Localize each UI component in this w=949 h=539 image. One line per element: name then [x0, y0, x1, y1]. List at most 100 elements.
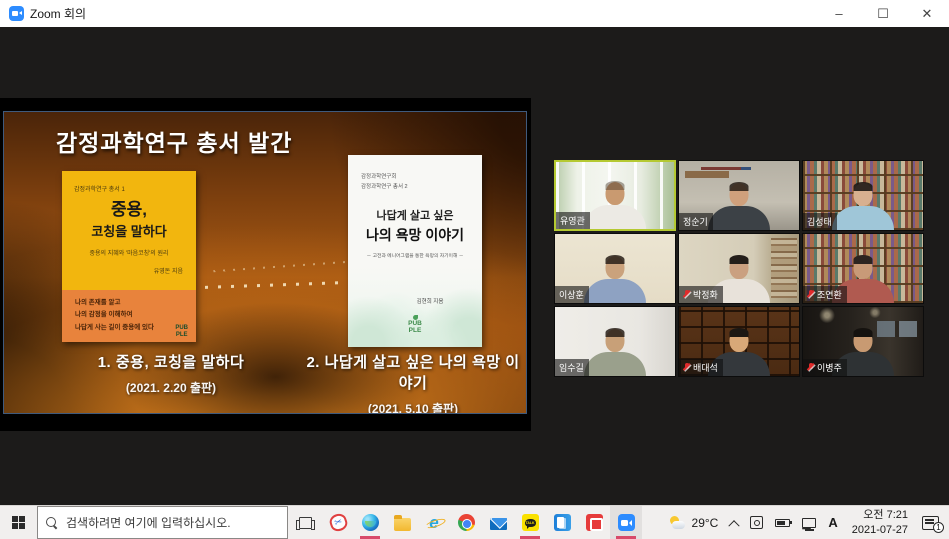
taskbar-app-capture-tool[interactable]: ✂: [322, 506, 354, 539]
network-tray-item[interactable]: [796, 506, 822, 539]
slide-title: 감정과학연구 총서 발간: [56, 124, 292, 158]
date-label: 2021-07-27: [852, 523, 908, 538]
task-view-button[interactable]: [288, 506, 322, 539]
show-hidden-icons-button[interactable]: [724, 506, 744, 539]
presentation-slide: 감정과학연구 총서 발간 감정과학연구 총서 1 중용, 코칭을 말하다 중용의…: [3, 111, 527, 414]
caption1-date: (2021. 2.20 출판): [40, 379, 302, 396]
weather-icon: [669, 516, 687, 530]
slide-caption-2: 2. 나답게 살고 싶은 나의 욕망 이야기 (2021. 5.10 출판): [300, 351, 526, 414]
window-title: Zoom 회의: [30, 5, 86, 22]
participant-name: 박정화: [693, 288, 718, 301]
book2-title-line2: 나의 욕망 이야기: [348, 225, 482, 245]
internet-explorer-icon: e: [426, 514, 443, 531]
book2-series-line2: 감정과학연구 총서 2: [361, 182, 408, 192]
book-cover-1: 감정과학연구 총서 1 중용, 코칭을 말하다 중용의 지혜와 '마음코칭'의 …: [62, 171, 196, 342]
taskbar-app-edge[interactable]: [354, 506, 386, 539]
taskbar: ✂ e TALK 29°C: [0, 505, 949, 539]
participant-name: 이상훈: [559, 288, 584, 301]
ebook-app-icon: [554, 514, 571, 531]
book2-author: 김현희 지음: [348, 297, 482, 305]
video-tile[interactable]: 배대석: [678, 306, 800, 377]
taskbar-app-screen-recorder[interactable]: [578, 506, 610, 539]
participant-name: 유영관: [560, 214, 585, 227]
book1-publisher-logo: PUB PLE: [175, 320, 188, 338]
slide-caption-1: 1. 중용, 코칭을 말하다 (2021. 2.20 출판): [40, 351, 302, 396]
search-input[interactable]: [66, 516, 279, 530]
book1-title-line2: 코칭을 말하다: [62, 221, 196, 240]
kakaotalk-icon: TALK: [522, 514, 539, 531]
book2-subtitle: － 고전과 에니어그램을 통한 욕망의 자기이해 －: [348, 252, 482, 259]
video-tile[interactable]: 정순기: [678, 160, 800, 231]
video-tile[interactable]: 이상훈: [554, 233, 676, 304]
meeting-main-area: 감정과학연구 총서 발간 감정과학연구 총서 1 중용, 코칭을 말하다 중용의…: [0, 27, 949, 505]
book1-series: 감정과학연구 총서 1: [74, 184, 125, 193]
muted-mic-icon: [683, 290, 690, 299]
book1-author: 유영돈 지음: [62, 266, 196, 275]
book2-title-line1: 나답게 살고 싶은: [348, 207, 482, 223]
ime-indicator[interactable]: A: [822, 506, 843, 539]
taskbar-app-file-explorer[interactable]: [386, 506, 418, 539]
screen-recorder-app-icon: [586, 514, 603, 531]
muted-mic-icon: [807, 290, 814, 299]
participant-name: 조연환: [817, 288, 842, 301]
weather-widget[interactable]: 29°C: [663, 506, 725, 539]
muted-mic-icon: [683, 363, 690, 372]
taskbar-app-ebook[interactable]: [546, 506, 578, 539]
taskbar-search[interactable]: [37, 506, 288, 539]
taskbar-app-chrome[interactable]: [450, 506, 482, 539]
notification-badge: 1: [933, 522, 944, 533]
capture-tool-icon: ✂: [327, 512, 348, 533]
caption2-date: (2021. 5.10 출판): [300, 400, 526, 414]
video-tile[interactable]: 김성태: [802, 160, 924, 231]
video-tile[interactable]: 조연환: [802, 233, 924, 304]
chevron-up-icon: [729, 520, 740, 531]
battery-icon: [775, 519, 790, 527]
notification-center-button[interactable]: 1: [916, 506, 945, 539]
clock[interactable]: 오전 7:21 2021-07-27: [844, 508, 916, 538]
chrome-icon: [458, 514, 475, 531]
caption1-title: 1. 중용, 코칭을 말하다: [40, 351, 302, 372]
participant-name: 김성태: [807, 215, 832, 228]
taskbar-app-zoom[interactable]: [610, 506, 642, 539]
windows-logo-icon: [12, 516, 26, 530]
video-tile[interactable]: 유영관: [554, 160, 676, 231]
taskbar-app-internet-explorer[interactable]: e: [418, 506, 450, 539]
search-icon: [46, 517, 58, 529]
maximize-button[interactable]: ☐: [861, 0, 905, 27]
minimize-button[interactable]: –: [817, 0, 861, 27]
ime-label: A: [828, 515, 837, 530]
video-tile[interactable]: 이병주: [802, 306, 924, 377]
file-explorer-icon: [394, 518, 411, 531]
book1-title-line1: 중용,: [62, 171, 196, 218]
time-label: 오전 7:21: [852, 508, 908, 523]
start-button[interactable]: [0, 506, 37, 539]
desktop: { "window": { "title": "Zoom 회의", "contr…: [0, 0, 949, 539]
network-icon: [802, 518, 816, 528]
participant-name: 정순기: [683, 215, 708, 228]
book2-publisher-logo: PUB PLE: [348, 315, 482, 335]
video-tile[interactable]: 임수길: [554, 306, 676, 377]
temperature-label: 29°C: [692, 516, 719, 530]
muted-mic-icon: [807, 363, 814, 372]
participant-name: 배대석: [693, 361, 718, 374]
system-tray: 29°C A 오전 7:21 2021-07-27 1: [663, 506, 949, 539]
book1-quote-line1: 나의 존재를 알고: [75, 297, 196, 309]
zoom-logo-icon: [9, 6, 24, 21]
taskbar-app-kakaotalk[interactable]: TALK: [514, 506, 546, 539]
battery-tray-item[interactable]: [769, 506, 796, 539]
participant-name: 임수길: [559, 361, 584, 374]
taskbar-app-mail[interactable]: [482, 506, 514, 539]
rotation-lock-tray-item[interactable]: [744, 506, 769, 539]
video-tile[interactable]: 박정화: [678, 233, 800, 304]
participant-name: 이병주: [817, 361, 842, 374]
caption2-title: 2. 나답게 살고 싶은 나의 욕망 이야기: [300, 351, 526, 393]
mail-icon: [490, 518, 507, 530]
book-cover-2: 감정과학연구회 감정과학연구 총서 2 나답게 살고 싶은 나의 욕망 이야기 …: [348, 155, 482, 347]
participant-grid: 유영관 정순기 김성태 이상훈 박정화 조연환 임수길 배대석: [554, 160, 928, 377]
zoom-taskbar-icon: [618, 514, 635, 531]
rotation-lock-icon: [750, 516, 763, 529]
book2-series-line1: 감정과학연구회: [361, 172, 408, 182]
window-titlebar: Zoom 회의 – ☐ ✕: [0, 0, 949, 27]
close-button[interactable]: ✕: [905, 0, 949, 27]
edge-icon: [362, 514, 379, 531]
